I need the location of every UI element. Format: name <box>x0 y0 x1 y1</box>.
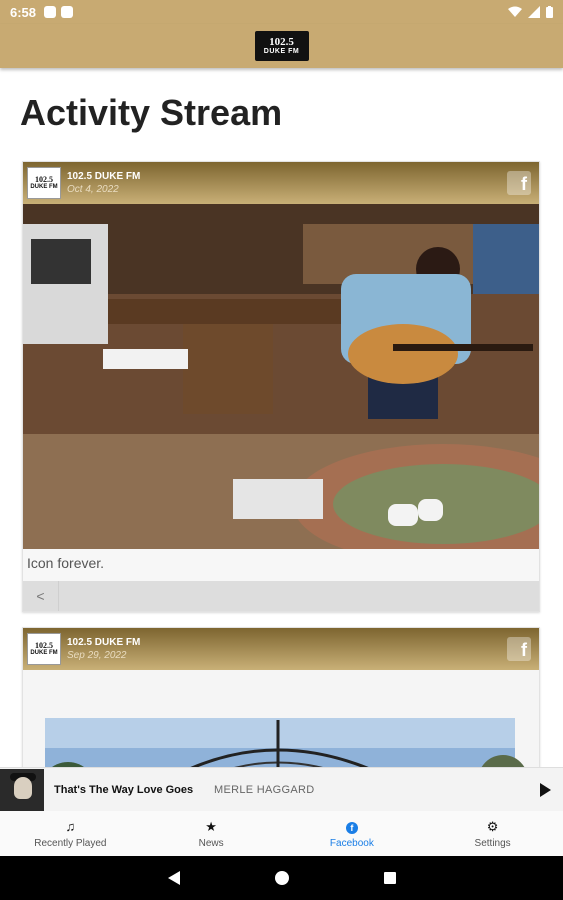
post-avatar: 102.5 DUKE FM <box>27 167 61 199</box>
tab-news[interactable]: ★ News <box>141 811 282 856</box>
post-caption: Icon forever. <box>23 549 539 581</box>
bottom-tab-bar: ♫ Recently Played ★ News f Facebook ⚙ Se… <box>0 811 563 856</box>
music-note-icon: ♫ <box>65 818 76 834</box>
tab-facebook[interactable]: f Facebook <box>282 811 423 856</box>
star-icon: ★ <box>205 818 217 834</box>
status-bar: 6:58 <box>0 0 563 24</box>
post-date: Sep 29, 2022 <box>67 650 127 661</box>
post-source: 102.5 DUKE FM <box>67 637 141 648</box>
tab-settings[interactable]: ⚙ Settings <box>422 811 563 856</box>
home-icon[interactable] <box>274 871 289 885</box>
post-source: 102.5 DUKE FM <box>67 171 141 182</box>
now-playing-bar[interactable]: That's The Way Love Goes MERLE HAGGARD <box>0 767 563 811</box>
post-header: 102.5 DUKE FM 102.5 DUKE FM Sep 29, 2022… <box>23 628 539 670</box>
signal-icon <box>528 6 540 18</box>
facebook-icon[interactable]: f <box>507 637 531 661</box>
wifi-icon <box>508 6 522 17</box>
photo-illustration <box>23 204 539 549</box>
facebook-icon[interactable]: f <box>507 171 531 195</box>
facebook-icon: f <box>345 821 358 834</box>
post-date: Oct 4, 2022 <box>67 184 119 195</box>
post-card[interactable]: 102.5 DUKE FM 102.5 DUKE FM Oct 4, 2022 … <box>22 161 540 612</box>
play-icon[interactable] <box>540 782 551 797</box>
post-avatar: 102.5 DUKE FM <box>27 633 61 665</box>
battery-icon <box>546 6 553 18</box>
tab-recently-played[interactable]: ♫ Recently Played <box>0 811 141 856</box>
album-art[interactable] <box>0 768 44 811</box>
post-photo[interactable] <box>23 204 539 549</box>
share-button[interactable]: < <box>23 581 59 611</box>
notification-icon <box>44 6 57 18</box>
status-time: 6:58 <box>10 4 37 20</box>
gear-icon: ⚙ <box>486 818 499 834</box>
system-nav-bar <box>0 856 563 900</box>
station-logo[interactable]: 102.5 DUKE FM <box>254 31 309 61</box>
post-actions: < <box>23 581 539 611</box>
page-title: Activity Stream <box>20 92 283 133</box>
track-artist: MERLE HAGGARD <box>214 783 315 796</box>
sd-card-icon <box>61 6 74 18</box>
photo-illustration <box>23 670 539 767</box>
post-photo[interactable] <box>23 670 539 767</box>
post-card[interactable]: 102.5 DUKE FM 102.5 DUKE FM Sep 29, 2022… <box>22 627 540 767</box>
app-header: 102.5 DUKE FM <box>0 24 563 68</box>
activity-feed[interactable]: 102.5 DUKE FM 102.5 DUKE FM Oct 4, 2022 … <box>0 155 563 767</box>
back-icon[interactable] <box>167 871 180 885</box>
recent-apps-icon[interactable] <box>383 872 396 884</box>
track-title: That's The Way Love Goes <box>54 783 194 796</box>
post-header: 102.5 DUKE FM 102.5 DUKE FM Oct 4, 2022 … <box>23 162 539 204</box>
